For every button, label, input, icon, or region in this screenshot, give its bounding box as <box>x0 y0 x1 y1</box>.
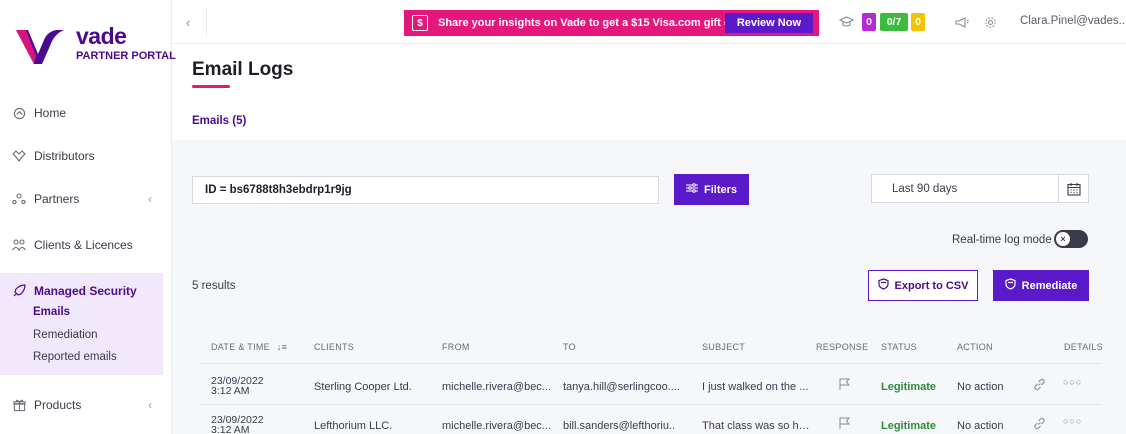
link-icon[interactable] <box>1033 417 1046 433</box>
results-count: 5 results <box>192 280 236 292</box>
sidebar-item-label: Distributors <box>34 149 95 163</box>
row-from: michelle.rivera@bec... <box>442 420 551 432</box>
realtime-mode-label: Real-time log mode <box>952 234 1052 246</box>
email-logs-panel: Filters Last 90 days Real-time log mode … <box>172 140 1126 434</box>
chevron-left-icon: ‹ <box>148 398 152 412</box>
row-client: Sterling Cooper Ltd. <box>314 381 412 393</box>
sidebar-subitem-remediation[interactable]: Remediation <box>33 329 98 341</box>
tab-emails[interactable]: Emails (5) <box>192 115 246 127</box>
collapse-sidebar-button[interactable]: ‹ <box>180 14 196 30</box>
column-header-clients: CLIENTS <box>314 342 355 352</box>
filters-button[interactable]: Filters <box>674 174 749 205</box>
export-label: Export to CSV <box>894 279 969 292</box>
sidebar-subitem-reported-emails[interactable]: Reported emails <box>33 351 117 363</box>
row-from: michelle.rivera@bec... <box>442 381 551 393</box>
sidebar-item-distributors[interactable]: Distributors <box>12 146 162 166</box>
badge-count[interactable]: 0 <box>862 13 876 31</box>
status-badge: Legitimate <box>881 381 937 393</box>
dollar-icon: $ <box>412 15 428 31</box>
column-header-subject: SUBJECT <box>702 342 746 352</box>
shield-icon <box>1005 278 1016 293</box>
column-header-action: ACTION <box>957 342 993 352</box>
brand-name: vade <box>76 23 127 49</box>
sidebar-item-home[interactable]: Home <box>12 103 162 123</box>
date-range-value: Last 90 days <box>892 182 958 195</box>
calendar-icon[interactable] <box>1058 175 1088 202</box>
managed-security-icon <box>12 284 26 298</box>
partners-icon <box>12 192 26 206</box>
column-header-to: TO <box>563 342 576 352</box>
column-header-details: DETAILS <box>1064 342 1103 352</box>
row-subject: That class was so hard... <box>702 420 812 432</box>
sidebar-item-label: Partners <box>34 192 80 206</box>
row-action: No action <box>957 381 1004 393</box>
shield-icon <box>877 278 889 293</box>
sidebar: vade PARTNER PORTAL Home Distributors Pa… <box>0 0 176 434</box>
more-options-icon[interactable]: ○○○ <box>1063 416 1082 426</box>
sidebar-item-products[interactable]: Products ‹ <box>12 395 162 415</box>
user-account[interactable]: Clara.Pinel@vades... <box>1020 15 1126 27</box>
row-subject: I just walked on the ... <box>702 381 809 393</box>
sidebar-item-label: Products <box>34 398 82 412</box>
sidebar-subitem-emails[interactable]: Emails <box>33 306 70 318</box>
page-title: Email Logs <box>192 59 294 80</box>
filters-label: Filters <box>703 183 737 196</box>
sliders-icon <box>685 183 698 196</box>
column-header-from: FROM <box>442 342 470 352</box>
export-csv-button[interactable]: Export to CSV <box>868 270 978 301</box>
sidebar-item-label: Clients & Licences <box>34 238 133 252</box>
badge-count[interactable]: 0 <box>911 13 925 31</box>
sort-descending-icon[interactable]: ↓≡ <box>277 342 287 352</box>
vade-logo[interactable]: vade PARTNER PORTAL <box>14 23 176 68</box>
remediate-button[interactable]: Remediate <box>993 270 1089 301</box>
row-action: No action <box>957 420 1004 432</box>
sidebar-item-partners[interactable]: Partners ‹ <box>12 189 162 209</box>
review-now-button[interactable]: Review Now <box>724 13 813 33</box>
more-options-icon[interactable]: ○○○ <box>1063 377 1082 387</box>
row-date: 23/09/2022 3:12 AM <box>211 414 264 434</box>
home-icon <box>12 106 26 120</box>
top-bar: ‹ $ Share your insights on Vade to get a… <box>172 0 1126 44</box>
sidebar-item-label: Home <box>34 106 67 120</box>
megaphone-icon[interactable] <box>954 14 970 30</box>
sidebar-item-clients-licences[interactable]: Clients & Licences <box>12 235 162 255</box>
graduation-cap-icon[interactable] <box>838 14 854 30</box>
chevron-left-icon: ‹ <box>148 192 152 206</box>
clients-icon <box>12 238 26 252</box>
close-icon: × <box>1056 232 1070 246</box>
distributors-icon <box>12 149 26 163</box>
remediate-label: Remediate <box>1021 279 1078 292</box>
link-icon[interactable] <box>1033 378 1046 394</box>
products-icon <box>12 398 26 412</box>
date-range-picker[interactable]: Last 90 days <box>871 174 1089 203</box>
row-client: Lefthorium LLC. <box>314 420 393 432</box>
flag-icon[interactable] <box>838 378 851 394</box>
row-to: tanya.hill@serlingcoo.... <box>563 381 680 393</box>
row-to: bill.sanders@lefthoriu.. <box>563 420 676 432</box>
sidebar-item-label: Managed Security <box>34 284 137 298</box>
column-header-status: STATUS <box>881 342 917 352</box>
search-box[interactable] <box>192 176 659 204</box>
divider <box>206 8 207 36</box>
promo-banner: $ Share your insights on Vade to get a $… <box>404 10 819 36</box>
column-header-response: RESPONSE <box>816 342 869 352</box>
flag-icon[interactable] <box>838 417 851 433</box>
row-date: 23/09/2022 3:12 AM <box>211 375 264 397</box>
row-divider <box>200 363 1100 364</box>
column-header-date[interactable]: DATE & TIME ↓≡ <box>211 342 287 352</box>
badge-progress[interactable]: 0/7 <box>880 13 908 31</box>
sidebar-item-managed-security[interactable]: Managed Security <box>12 284 137 298</box>
vade-logo-icon <box>16 30 64 64</box>
gear-icon[interactable] <box>982 14 998 30</box>
row-divider <box>200 404 1100 405</box>
title-underline <box>192 85 230 88</box>
search-input[interactable] <box>205 184 658 196</box>
status-badge: Legitimate <box>881 420 937 432</box>
brand-subtitle: PARTNER PORTAL <box>76 50 176 62</box>
banner-text: Share your insights on Vade to get a $15… <box>438 17 751 29</box>
realtime-mode-toggle[interactable]: × <box>1054 230 1088 248</box>
